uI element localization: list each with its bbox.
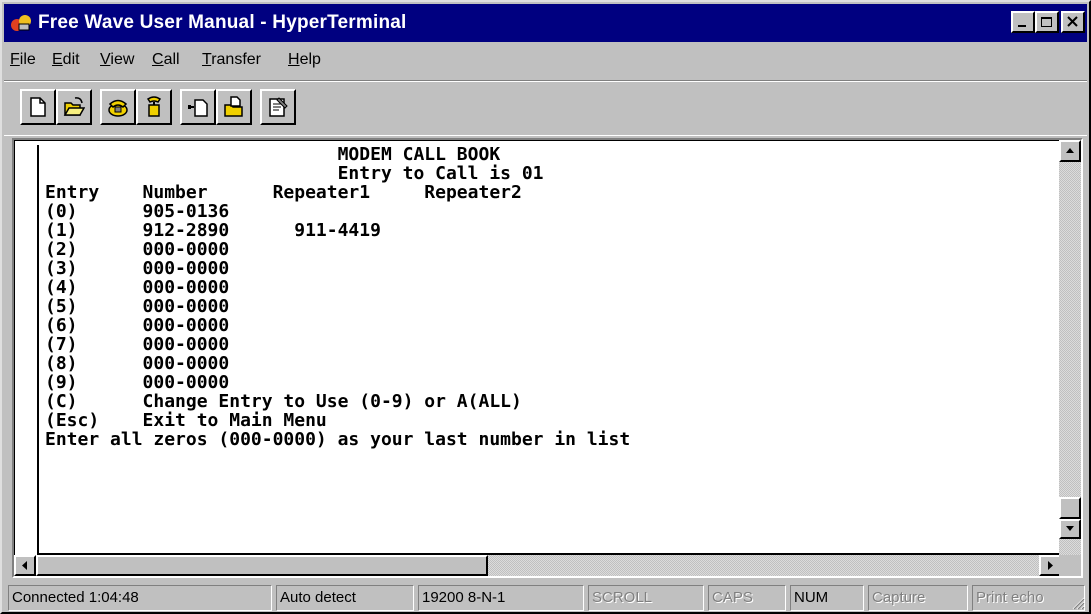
status-num-lock: NUM: [790, 585, 864, 611]
arrow-left-icon: [22, 561, 27, 570]
menu-bar: File Edit View Call Transfer Help: [4, 44, 1087, 76]
menu-edit[interactable]: Edit: [52, 51, 80, 69]
menu-view[interactable]: View: [100, 51, 134, 69]
menu-edit-label: dit: [62, 51, 80, 68]
minimize-button[interactable]: [1011, 11, 1035, 33]
status-caps-lock: CAPS: [708, 585, 786, 611]
menu-edit-accel: E: [52, 51, 63, 68]
menu-file-label: ile: [19, 51, 36, 68]
terminal-line: (8) 000-0000: [45, 353, 230, 374]
title-bar[interactable]: Free Wave User Manual - HyperTerminal: [4, 4, 1087, 42]
terminal-line: MODEM CALL BOOK: [45, 144, 501, 165]
window-title: Free Wave User Manual - HyperTerminal: [38, 12, 407, 33]
status-auto-detect: Auto detect: [276, 585, 414, 611]
terminal-line: Entry to Call is 01: [45, 163, 544, 184]
receive-button[interactable]: [216, 89, 252, 125]
terminal-line: Entry Number Repeater1 Repeater2: [45, 182, 522, 203]
horizontal-scroll-thumb[interactable]: [36, 555, 488, 576]
status-capture: Capture: [868, 585, 968, 611]
terminal-line: (2) 000-0000: [45, 239, 230, 260]
scroll-down-button[interactable]: [1059, 519, 1081, 539]
terminal-line: (3) 000-0000: [45, 258, 230, 279]
terminal-line: (9) 000-0000: [45, 372, 230, 393]
disconnect-button[interactable]: [136, 89, 172, 125]
status-print-echo: Print echo: [972, 585, 1085, 611]
terminal-line: (1) 912-2890 911-4419: [45, 220, 381, 241]
properties-icon: [269, 97, 288, 117]
menu-call-label: all: [163, 51, 180, 68]
receive-icon: [224, 96, 243, 117]
status-bar: Connected 1:04:48 Auto detect 19200 8-N-…: [4, 582, 1087, 612]
terminal-line: (Esc) Exit to Main Menu: [45, 410, 327, 431]
connect-button[interactable]: [100, 89, 136, 125]
arrow-up-icon: [1066, 148, 1074, 153]
menu-help-label: elp: [299, 51, 321, 68]
open-button[interactable]: [56, 89, 92, 125]
terminal-line: (7) 000-0000: [45, 334, 230, 355]
maximize-icon: [1041, 17, 1052, 27]
terminal-frame: MODEM CALL BOOK Entry to Call is 01 Entr…: [12, 138, 1083, 578]
hyperterminal-app-icon[interactable]: [10, 12, 32, 34]
terminal-text-area[interactable]: MODEM CALL BOOK Entry to Call is 01 Entr…: [37, 145, 1062, 555]
terminal-screen[interactable]: MODEM CALL BOOK Entry to Call is 01 Entr…: [14, 140, 1062, 558]
scroll-up-button[interactable]: [1059, 140, 1081, 162]
close-icon: [1067, 16, 1078, 27]
arrow-right-icon: [1048, 561, 1053, 570]
menu-help-accel: H: [288, 51, 300, 68]
minimize-icon: [1018, 25, 1026, 27]
horizontal-scrollbar[interactable]: [14, 555, 1061, 576]
terminal-line: (5) 000-0000: [45, 296, 230, 317]
terminal-line: (4) 000-0000: [45, 277, 230, 298]
scrollbar-corner: [1059, 555, 1081, 576]
new-icon: [30, 97, 46, 117]
resize-grip-icon[interactable]: [1071, 596, 1085, 610]
menu-transfer-label: ransfer: [211, 51, 261, 68]
close-button[interactable]: [1061, 11, 1085, 33]
scroll-right-button[interactable]: [1039, 555, 1061, 576]
menu-file-accel: F: [10, 51, 20, 68]
properties-button[interactable]: [260, 89, 296, 125]
terminal-line: Enter all zeros (000-0000) as your last …: [45, 429, 631, 450]
menu-help[interactable]: Help: [288, 51, 321, 69]
disconnect-icon: [146, 96, 162, 117]
menu-call-accel: C: [152, 51, 164, 68]
menu-call[interactable]: Call: [152, 51, 180, 69]
status-connected: Connected 1:04:48: [8, 585, 272, 611]
connect-icon: [108, 99, 128, 117]
menu-view-label: iew: [110, 51, 135, 68]
arrow-down-icon: [1066, 526, 1074, 531]
status-scroll-lock: SCROLL: [588, 585, 704, 611]
send-icon: [188, 99, 208, 117]
vertical-scrollbar[interactable]: [1059, 140, 1081, 557]
hyperterminal-window: Free Wave User Manual - HyperTerminal Fi…: [0, 0, 1091, 614]
menu-transfer-accel: T: [202, 51, 212, 68]
open-icon: [63, 97, 85, 116]
menu-file[interactable]: File: [10, 51, 36, 69]
terminal-line: (6) 000-0000: [45, 315, 230, 336]
status-port-settings: 19200 8-N-1: [418, 585, 584, 611]
terminal-line: (0) 905-0136: [45, 201, 230, 222]
scroll-thumb[interactable]: [1059, 497, 1081, 519]
menu-transfer[interactable]: Transfer: [202, 51, 261, 69]
send-button[interactable]: [180, 89, 216, 125]
menu-view-accel: V: [100, 51, 111, 68]
terminal-line: (C) Change Entry to Use (0-9) or A(ALL): [45, 391, 522, 412]
toolbar: [4, 80, 1087, 136]
maximize-button[interactable]: [1035, 11, 1059, 33]
new-connection-button[interactable]: [20, 89, 56, 125]
scroll-left-button[interactable]: [14, 555, 36, 576]
